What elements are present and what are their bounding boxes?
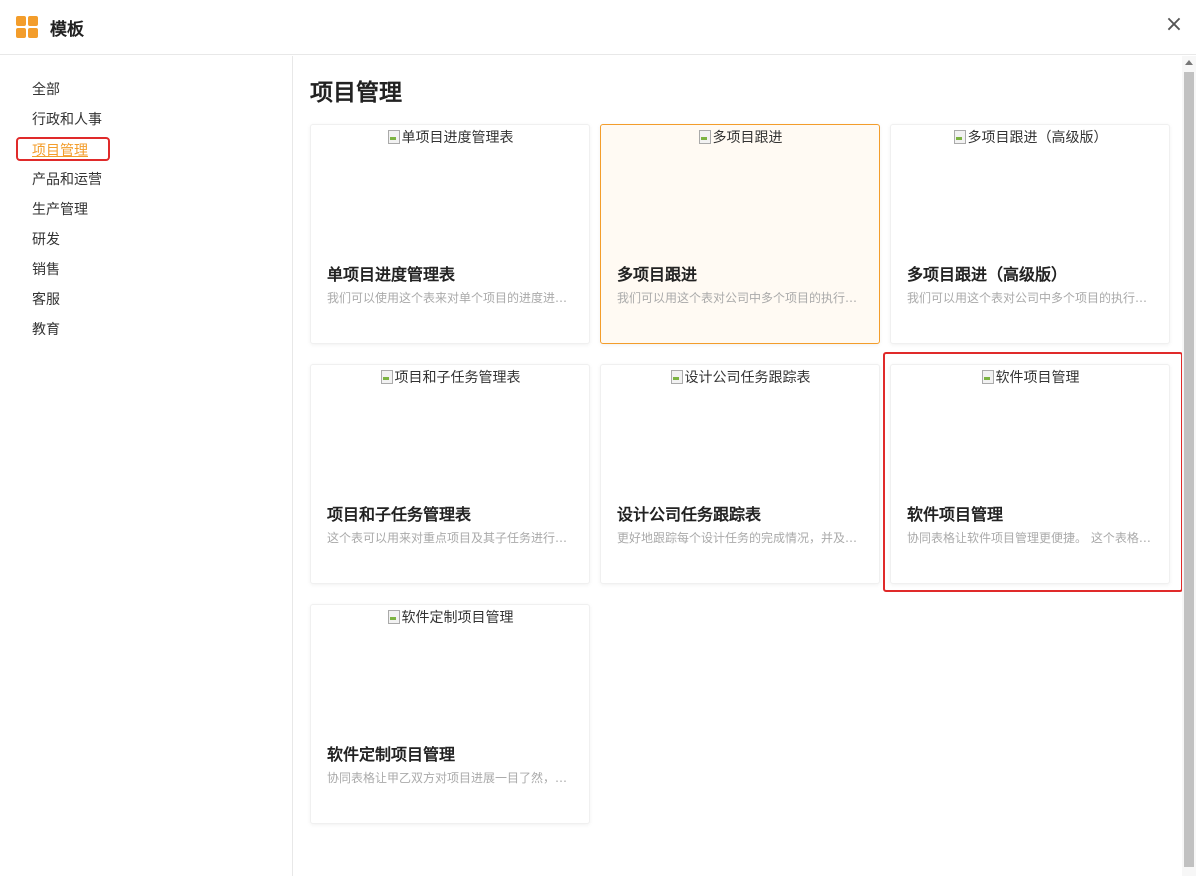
close-icon[interactable]: × [1163,14,1185,36]
sidebar-item-admin-hr[interactable]: 行政和人事 [32,109,102,129]
category-sidebar: 全部 行政和人事 项目管理 产品和运营 生产管理 研发 销售 客服 教育 [0,56,293,876]
template-logo-icon [16,16,38,38]
template-description: 这个表可以用来对重点项目及其子任务进行管理 [327,531,575,545]
scrollbar-thumb[interactable] [1184,72,1194,867]
template-name: 多项目跟进（高级版） [907,265,1068,284]
sidebar-item-production[interactable]: 生产管理 [32,199,88,219]
template-thumbnail: 单项目进度管理表 [311,127,589,147]
sidebar-item-product-operations[interactable]: 产品和运营 [32,169,102,189]
broken-image-icon [953,129,967,145]
template-name: 多项目跟进 [617,265,698,284]
sidebar-item-sales[interactable]: 销售 [32,259,60,279]
scroll-up-arrow-icon[interactable] [1185,60,1193,65]
template-card[interactable]: 多项目跟进（高级版） 多项目跟进（高级版） 我们可以用这个表对公司中多个项目的执… [890,124,1170,344]
sidebar-item-rnd[interactable]: 研发 [32,229,60,249]
template-thumbnail: 软件定制项目管理 [311,607,589,627]
template-description: 协同表格让软件项目管理更便捷。 这个表格可以帮助 [907,531,1155,545]
broken-image-icon [380,369,394,385]
broken-image-icon [981,369,995,385]
template-thumbnail: 软件项目管理 [891,367,1169,387]
template-thumbnail: 多项目跟进（高级版） [891,127,1169,147]
template-name: 单项目进度管理表 [327,265,456,284]
template-card[interactable]: 单项目进度管理表 单项目进度管理表 我们可以使用这个表来对单个项目的进度进行管理 [310,124,590,344]
template-card[interactable]: 设计公司任务跟踪表 设计公司任务跟踪表 更好地跟踪每个设计任务的完成情况，并及时… [600,364,880,584]
dialog-title: 模板 [50,20,84,40]
broken-image-icon [387,129,401,145]
template-card[interactable]: 软件定制项目管理 软件定制项目管理 协同表格让甲乙双方对项目进展一目了然，沟通更… [310,604,590,824]
page-title: 项目管理 [310,80,402,106]
vertical-scrollbar[interactable] [1182,56,1196,876]
dialog-header: 模板 × [0,0,1196,55]
template-name: 软件项目管理 [907,505,1004,524]
template-name: 软件定制项目管理 [327,745,456,764]
active-item-highlight [16,137,110,161]
sidebar-item-education[interactable]: 教育 [32,319,60,339]
broken-image-icon [698,129,712,145]
template-description: 我们可以用这个表对公司中多个项目的执行情况进行跟进 [907,291,1155,305]
template-thumbnail: 项目和子任务管理表 [311,367,589,387]
broken-image-icon [670,369,684,385]
template-description: 我们可以使用这个表来对单个项目的进度进行管理 [327,291,575,305]
template-name: 设计公司任务跟踪表 [617,505,762,524]
template-gallery: 项目管理 单项目进度管理表 单项目进度管理表 我们可以使用这个表来对单个项目的进… [294,56,1182,876]
broken-image-icon [387,609,401,625]
template-thumbnail: 多项目跟进 [601,127,879,147]
template-description: 协同表格让甲乙双方对项目进展一目了然，沟通更高效 [327,771,575,785]
template-name: 项目和子任务管理表 [327,505,472,524]
template-card[interactable]: 多项目跟进 多项目跟进 我们可以用这个表对公司中多个项目的执行情况进行跟进 [600,124,880,344]
template-thumbnail: 设计公司任务跟踪表 [601,367,879,387]
sidebar-item-customer-service[interactable]: 客服 [32,289,60,309]
template-card[interactable]: 项目和子任务管理表 项目和子任务管理表 这个表可以用来对重点项目及其子任务进行管… [310,364,590,584]
template-description: 我们可以用这个表对公司中多个项目的执行情况进行跟进 [617,291,865,305]
sidebar-item-all[interactable]: 全部 [32,79,60,99]
template-description: 更好地跟踪每个设计任务的完成情况，并及时调整 [617,531,865,545]
template-card[interactable]: 软件项目管理 软件项目管理 协同表格让软件项目管理更便捷。 这个表格可以帮助 [890,364,1170,584]
